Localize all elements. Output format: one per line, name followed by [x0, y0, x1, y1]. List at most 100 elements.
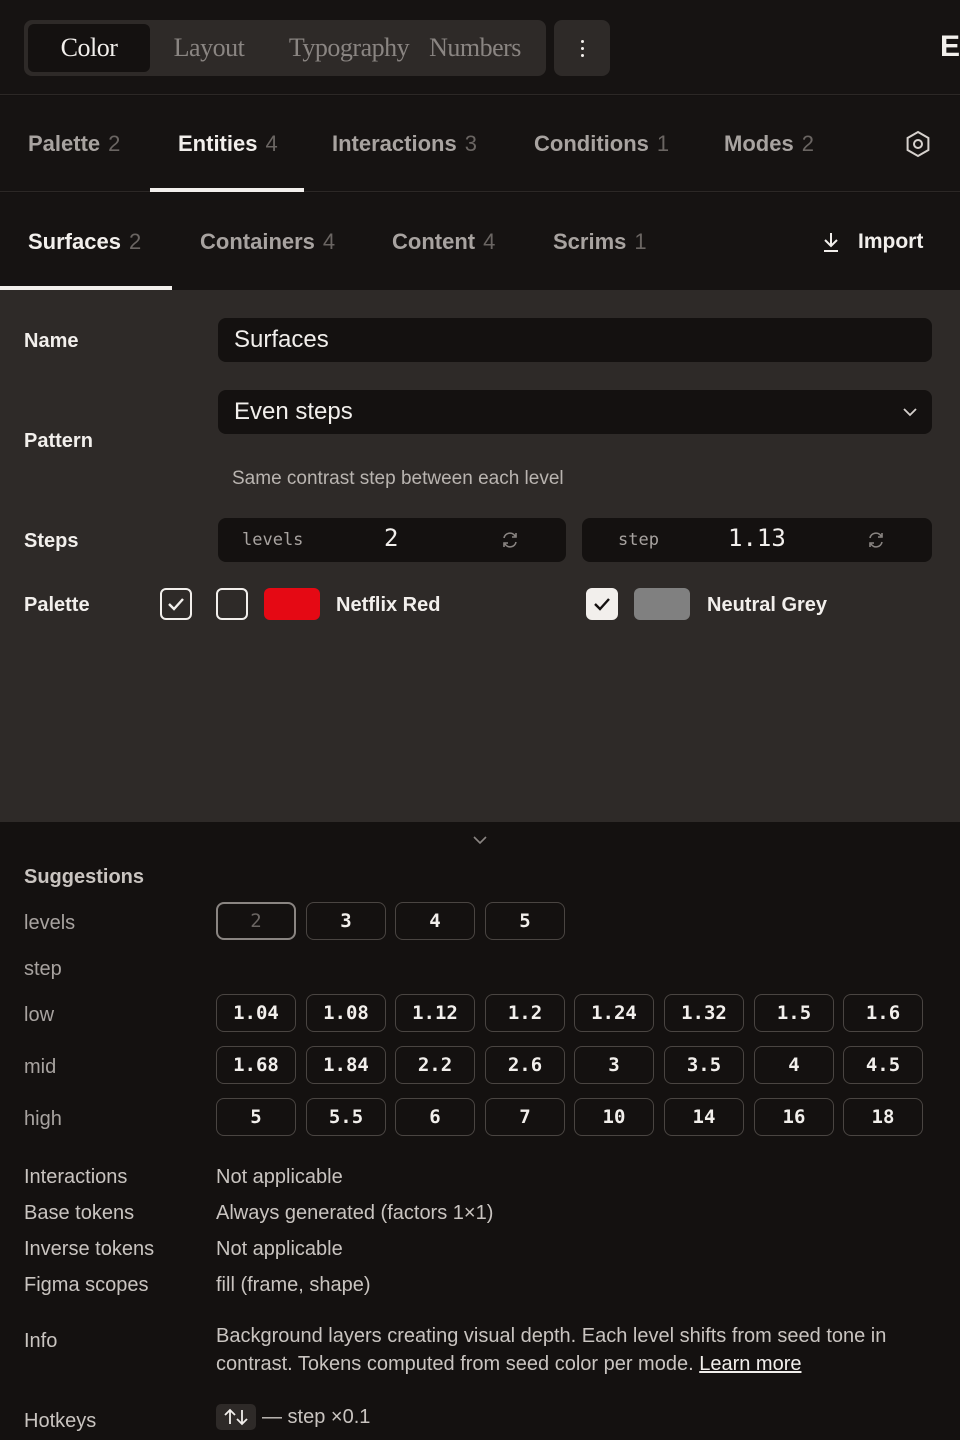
step-suggestion-chip[interactable]: 3: [574, 1046, 654, 1084]
refresh-icon[interactable]: [500, 530, 520, 550]
tab-count: 3: [464, 131, 477, 156]
tab-containers[interactable]: Containers 4: [200, 193, 335, 290]
step-suggestion-chip[interactable]: 1.08: [306, 994, 386, 1032]
step-suggestion-chip[interactable]: 1.84: [306, 1046, 386, 1084]
step-suggestion-chip[interactable]: 1.04: [216, 994, 296, 1032]
step-suggestion-chip[interactable]: 6: [395, 1098, 475, 1136]
chevron-down-icon[interactable]: [472, 832, 488, 848]
palette-name: Netflix Red: [336, 594, 441, 616]
entity-form: Name Surfaces Pattern Even steps Same co…: [0, 290, 960, 822]
interactions-value: Not applicable: [216, 1166, 343, 1188]
tab-label: Entities: [178, 131, 258, 156]
hotkey-badge: [216, 1404, 256, 1430]
settings-icon[interactable]: [900, 126, 936, 162]
mode-switcher: Color Layout Typography Numbers: [24, 20, 546, 76]
info-label: Info: [24, 1330, 58, 1352]
step-suggestion-chip[interactable]: 5.5: [306, 1098, 386, 1136]
step-value: 1.13: [728, 524, 786, 552]
step-suggestion-chip[interactable]: 7: [485, 1098, 565, 1136]
color-swatch-neutral-grey: [634, 588, 690, 620]
step-suggestion-chip[interactable]: 16: [754, 1098, 834, 1136]
step-suggestion-chip[interactable]: 18: [843, 1098, 923, 1136]
tab-count: 2: [801, 131, 814, 156]
import-label: Import: [858, 229, 924, 253]
levels-suggestion-chip[interactable]: 2: [216, 902, 296, 940]
tab-count: 1: [634, 228, 647, 254]
mode-tab-layout[interactable]: Layout: [154, 24, 264, 72]
base-tokens-value: Always generated (factors 1×1): [216, 1202, 494, 1224]
tab-count: 4: [483, 228, 496, 254]
select-all-checkbox[interactable]: [160, 588, 192, 620]
tab-label: Modes: [724, 131, 794, 156]
info-text: Background layers creating visual depth.…: [216, 1322, 946, 1378]
learn-more-link[interactable]: Learn more: [699, 1353, 801, 1375]
tab-modes[interactable]: Modes 2: [724, 96, 814, 192]
levels-stepper[interactable]: levels 2: [218, 518, 566, 562]
base-tokens-label: Base tokens: [24, 1202, 135, 1224]
step-suggestion-chip[interactable]: 2.6: [485, 1046, 565, 1084]
tab-count: 2: [108, 131, 121, 156]
step-key: step: [618, 530, 659, 550]
step-row-label: step: [24, 958, 62, 980]
more-menu-button[interactable]: [554, 20, 610, 76]
cut-off-label: E: [940, 30, 960, 63]
step-suggestion-chip[interactable]: 5: [216, 1098, 296, 1136]
tab-scrims[interactable]: Scrims 1: [553, 193, 647, 290]
tab-count: 2: [128, 228, 142, 254]
steps-label: Steps: [24, 530, 79, 552]
step-suggestion-chip[interactable]: 1.5: [754, 994, 834, 1032]
step-suggestion-chip[interactable]: 4: [754, 1046, 834, 1084]
mode-tab-numbers[interactable]: Numbers: [424, 24, 526, 72]
levels-suggestion-chip[interactable]: 4: [395, 902, 475, 940]
step-suggestion-chip[interactable]: 1.68: [216, 1046, 296, 1084]
tab-interactions[interactable]: Interactions 3: [332, 96, 477, 192]
mid-row-label: mid: [24, 1056, 57, 1078]
palette-checkbox-neutral-grey[interactable]: [586, 588, 618, 620]
step-suggestion-chip[interactable]: 1.2: [485, 994, 565, 1032]
figma-scopes-value: fill (frame, shape): [216, 1274, 371, 1296]
mode-tab-typography[interactable]: Typography: [264, 24, 434, 72]
figma-scopes-label: Figma scopes: [24, 1274, 149, 1296]
tab-label: Interactions: [332, 131, 457, 156]
tab-label: Containers: [200, 228, 315, 254]
pattern-select[interactable]: Even steps: [218, 390, 932, 434]
download-icon: [824, 232, 838, 252]
name-input[interactable]: Surfaces: [218, 318, 932, 362]
step-stepper[interactable]: step 1.13: [582, 518, 932, 562]
step-suggestion-chip[interactable]: 14: [664, 1098, 744, 1136]
palette-checkbox-netflix-red[interactable]: [216, 588, 248, 620]
tab-surfaces[interactable]: Surfaces 2: [28, 193, 141, 290]
check-icon: [168, 598, 184, 611]
step-suggestion-chip[interactable]: 1.24: [574, 994, 654, 1032]
step-suggestion-chip[interactable]: 1.12: [395, 994, 475, 1032]
details-section: Suggestions levels 2345 step low 1.04 1.0…: [0, 822, 960, 1440]
step-suggestion-chip[interactable]: 4.5: [843, 1046, 923, 1084]
mode-tab-color[interactable]: Color: [28, 24, 150, 72]
entity-tabs: Surfaces 2 Containers 4 Content 4 Scrims 1: [0, 193, 960, 290]
tab-conditions[interactable]: Conditions 1: [534, 96, 669, 192]
tab-entities[interactable]: Entities 4: [178, 96, 278, 192]
top-bar: Color Layout Typography Numbers E: [0, 0, 960, 95]
tab-label: Conditions: [534, 131, 649, 156]
tab-content[interactable]: Content 4: [392, 193, 495, 290]
step-suggestion-chip[interactable]: 3.5: [664, 1046, 744, 1084]
tab-label: Content: [392, 228, 476, 254]
refresh-icon[interactable]: [866, 530, 886, 550]
levels-key: levels: [242, 530, 304, 550]
step-suggestion-chip[interactable]: 1.32: [664, 994, 744, 1032]
levels-suggestion-chip[interactable]: 3: [306, 902, 386, 940]
palette-label: Palette: [24, 594, 90, 616]
step-suggestion-chip[interactable]: 1.6: [843, 994, 923, 1032]
tab-label: Surfaces: [28, 228, 121, 254]
import-button[interactable]: Import: [820, 193, 923, 290]
tab-palette[interactable]: Palette 2: [28, 96, 120, 192]
step-suggestion-chip[interactable]: 2.2: [395, 1046, 475, 1084]
pattern-value: Even steps: [234, 398, 353, 425]
levels-suggestion-chip[interactable]: 5: [485, 902, 565, 940]
levels-row-label: levels: [24, 912, 76, 934]
tab-count: 4: [322, 228, 336, 254]
pattern-label: Pattern: [24, 430, 93, 452]
step-suggestion-chip[interactable]: 10: [574, 1098, 654, 1136]
chevron-down-icon: [903, 408, 917, 417]
low-row-label: low: [24, 1004, 55, 1026]
